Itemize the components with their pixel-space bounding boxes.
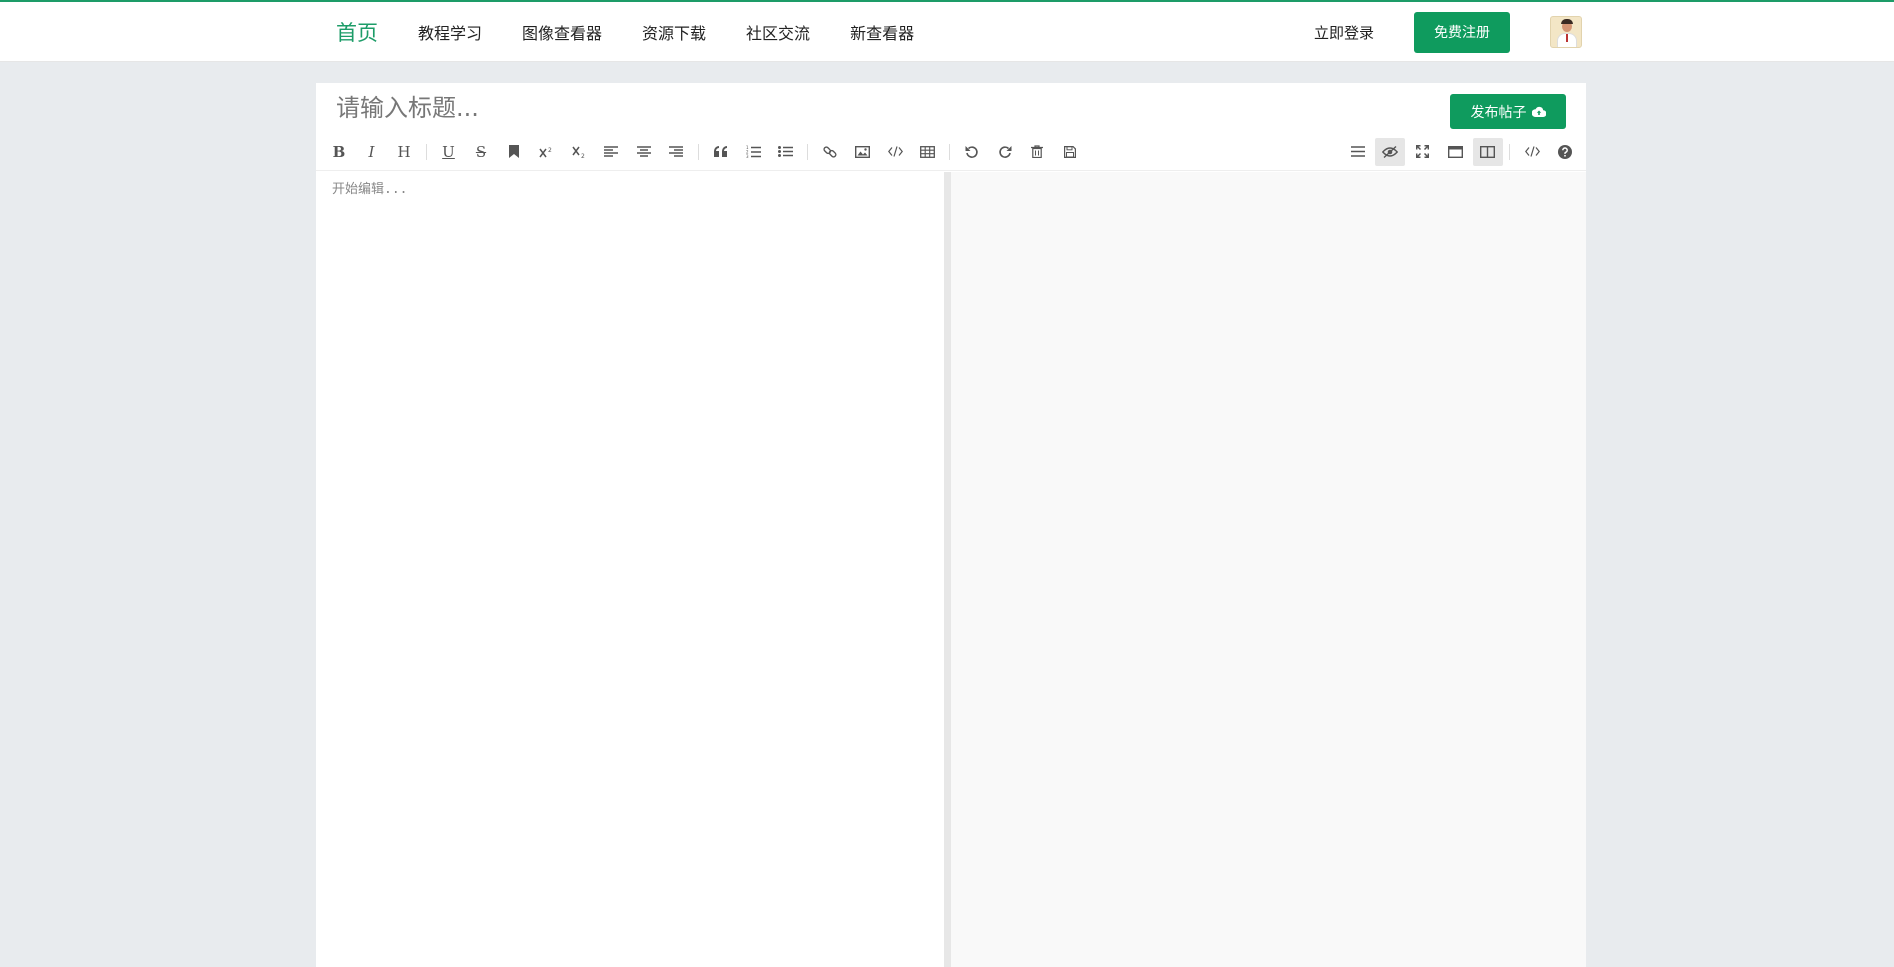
ordered-list-icon[interactable]: 123	[738, 138, 768, 166]
avatar-tie	[1566, 34, 1568, 42]
avatar[interactable]	[1550, 16, 1582, 48]
image-icon[interactable]	[848, 138, 878, 166]
align-center-icon[interactable]	[629, 138, 659, 166]
editor-toolbar: B I H U S 2 2 123	[316, 133, 1586, 171]
underline-icon[interactable]: U	[434, 138, 464, 166]
toolbar-divider	[807, 143, 808, 160]
navbar-container: 首页 教程学习 图像查看器 资源下载 社区交流 新查看器 立即登录 免费注册	[316, 2, 1586, 62]
pane-divider[interactable]	[944, 172, 951, 967]
redo-icon[interactable]	[990, 138, 1020, 166]
two-column-icon[interactable]	[1472, 137, 1503, 166]
blockquote-icon[interactable]	[706, 138, 736, 166]
preview-pane	[951, 172, 1586, 967]
table-icon[interactable]	[913, 138, 943, 166]
align-right-icon[interactable]	[661, 138, 691, 166]
align-left-icon[interactable]	[596, 138, 626, 166]
save-icon[interactable]	[1055, 138, 1085, 166]
svg-text:3: 3	[746, 154, 749, 158]
bold-icon[interactable]: B	[324, 138, 354, 166]
nav-downloads[interactable]: 资源下载	[642, 20, 706, 44]
title-input[interactable]	[336, 89, 1336, 127]
html-code-icon[interactable]	[1517, 138, 1547, 166]
markdown-editor[interactable]	[332, 178, 932, 958]
publish-button[interactable]: 发布帖子	[1450, 94, 1566, 129]
markdown-edit-pane	[316, 172, 944, 967]
svg-text:2: 2	[581, 153, 585, 158]
fullscreen-icon[interactable]	[1408, 138, 1438, 166]
cloud-upload-icon	[1531, 106, 1546, 117]
preview-icon[interactable]	[1375, 137, 1405, 166]
link-icon[interactable]	[815, 138, 845, 166]
code-icon[interactable]	[880, 138, 910, 166]
single-column-icon[interactable]	[1440, 138, 1470, 166]
nav-home[interactable]: 首页	[336, 17, 378, 47]
nav-community[interactable]: 社区交流	[746, 20, 810, 44]
toolbar-divider	[1509, 143, 1510, 160]
toolbar-divider	[425, 143, 427, 160]
heading-icon[interactable]: H	[389, 138, 419, 166]
superscript-icon[interactable]: 2	[531, 138, 561, 166]
navigation-icon[interactable]	[1343, 138, 1373, 166]
register-button[interactable]: 免费注册	[1414, 11, 1510, 53]
bookmark-icon[interactable]	[499, 138, 529, 166]
main-nav: 首页 教程学习 图像查看器 资源下载 社区交流 新查看器	[316, 2, 954, 62]
unordered-list-icon[interactable]	[771, 138, 801, 166]
top-navbar: 首页 教程学习 图像查看器 资源下载 社区交流 新查看器 立即登录 免费注册	[0, 2, 1894, 62]
help-icon[interactable]	[1550, 138, 1580, 166]
nav-new-viewer[interactable]: 新查看器	[850, 20, 914, 44]
strikethrough-icon[interactable]: S	[466, 138, 496, 166]
subscript-icon[interactable]: 2	[564, 138, 594, 166]
login-link[interactable]: 立即登录	[1314, 22, 1374, 43]
toolbar-divider	[949, 143, 950, 160]
svg-text:2: 2	[548, 147, 552, 154]
nav-image-viewer[interactable]: 图像查看器	[522, 20, 602, 44]
trash-icon[interactable]	[1022, 138, 1052, 166]
nav-user-area: 立即登录 免费注册	[1314, 2, 1586, 62]
undo-icon[interactable]	[957, 138, 987, 166]
publish-button-label: 发布帖子	[1470, 104, 1527, 121]
nav-tutorials[interactable]: 教程学习	[418, 20, 482, 44]
toolbar-right-group	[1343, 137, 1583, 166]
avatar-hair	[1561, 19, 1573, 24]
title-row: 发布帖子	[316, 83, 1586, 133]
italic-icon[interactable]: I	[357, 138, 387, 166]
post-editor: 发布帖子 B I H U S 2 2	[316, 83, 1586, 967]
toolbar-divider	[697, 143, 699, 160]
